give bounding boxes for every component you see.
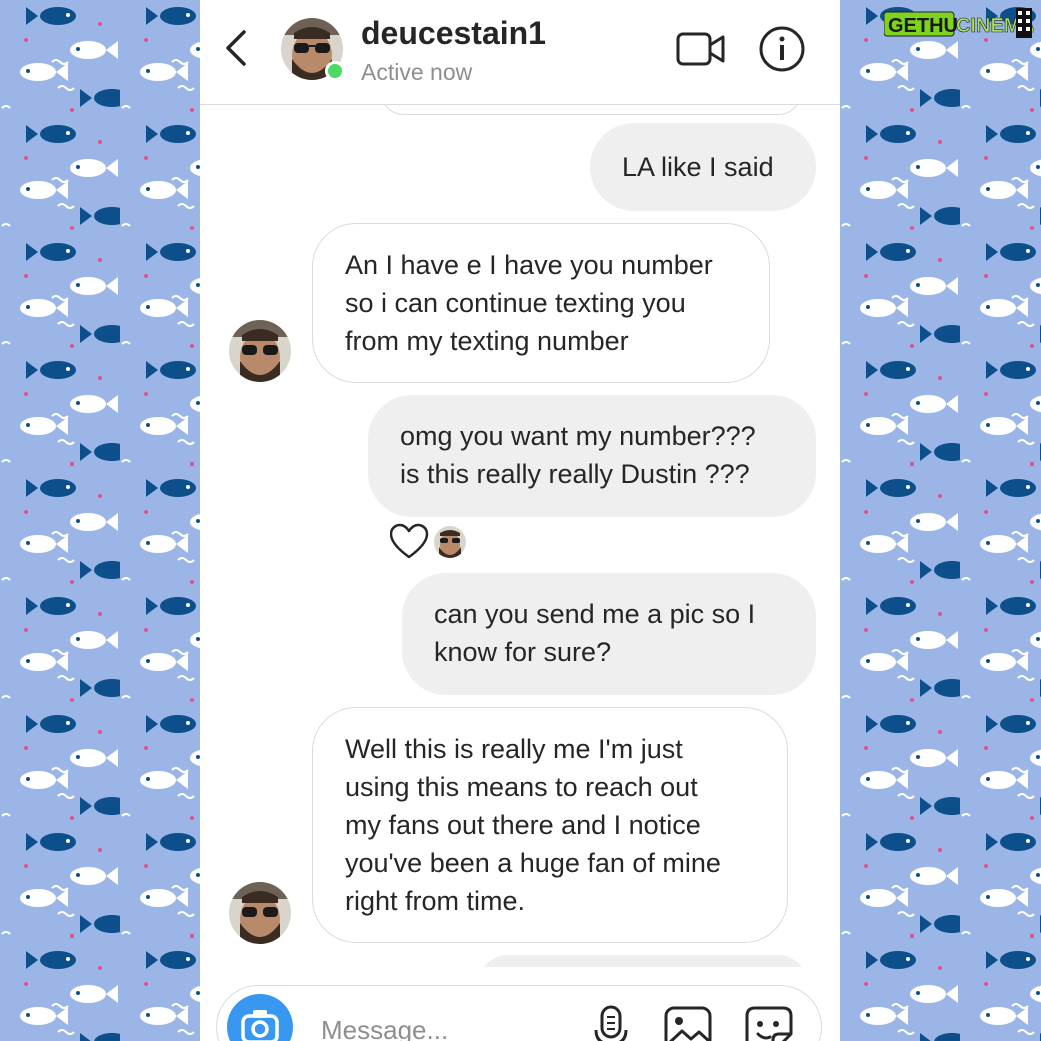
profile-avatar-button[interactable] — [280, 17, 345, 81]
back-button[interactable] — [222, 28, 252, 68]
watermark-logo: GETHU CINEMA — [883, 6, 1035, 38]
previous-message-bubble-partial — [380, 105, 802, 115]
watermark-graphic: GETHU CINEMA — [883, 8, 1035, 38]
incoming-message[interactable]: Well this is really me I'm just using th… — [312, 707, 788, 943]
next-message-bubble-partial — [478, 955, 808, 967]
active-status: Active now — [361, 59, 473, 85]
heart-reaction-icon — [390, 523, 429, 559]
sticker-button[interactable] — [743, 1004, 795, 1041]
message-reactions[interactable] — [390, 523, 470, 563]
info-button[interactable] — [758, 24, 808, 74]
message-input[interactable] — [321, 1012, 571, 1041]
video-call-icon — [676, 32, 725, 66]
gallery-icon — [664, 1006, 712, 1041]
background-pattern-right — [840, 0, 1041, 1041]
chat-screen: deucestain1 Active now LA like I said An… — [200, 0, 840, 1041]
incoming-message[interactable]: An I have e I have you number so i can c… — [312, 223, 770, 383]
online-indicator — [325, 61, 345, 81]
back-chevron-icon — [226, 30, 246, 66]
outgoing-message[interactable]: can you send me a pic so I know for sure… — [402, 573, 816, 695]
message-thread[interactable]: LA like I said An I have e I have you nu… — [200, 105, 840, 967]
microphone-icon — [594, 1005, 628, 1041]
voice-message-button[interactable] — [591, 1004, 631, 1041]
camera-button[interactable] — [227, 994, 293, 1041]
reactor-avatar — [434, 526, 466, 558]
info-icon — [759, 26, 805, 72]
sender-avatar — [229, 882, 291, 944]
video-call-button[interactable] — [676, 30, 726, 70]
background-pattern-left — [0, 0, 200, 1041]
sticker-icon — [745, 1006, 793, 1041]
camera-icon — [241, 1010, 279, 1041]
gallery-button[interactable] — [663, 1004, 715, 1041]
outgoing-message[interactable]: LA like I said — [590, 123, 816, 211]
message-composer — [216, 985, 822, 1041]
outgoing-message[interactable]: omg you want my number??? is this really… — [368, 395, 816, 517]
sender-avatar — [229, 320, 291, 382]
fish-pattern — [0, 0, 200, 1041]
fish-pattern — [840, 0, 1041, 1041]
chat-username[interactable]: deucestain1 — [361, 15, 546, 52]
chat-header: deucestain1 Active now — [200, 0, 840, 105]
watermark-text-a: GETHU — [888, 15, 958, 37]
